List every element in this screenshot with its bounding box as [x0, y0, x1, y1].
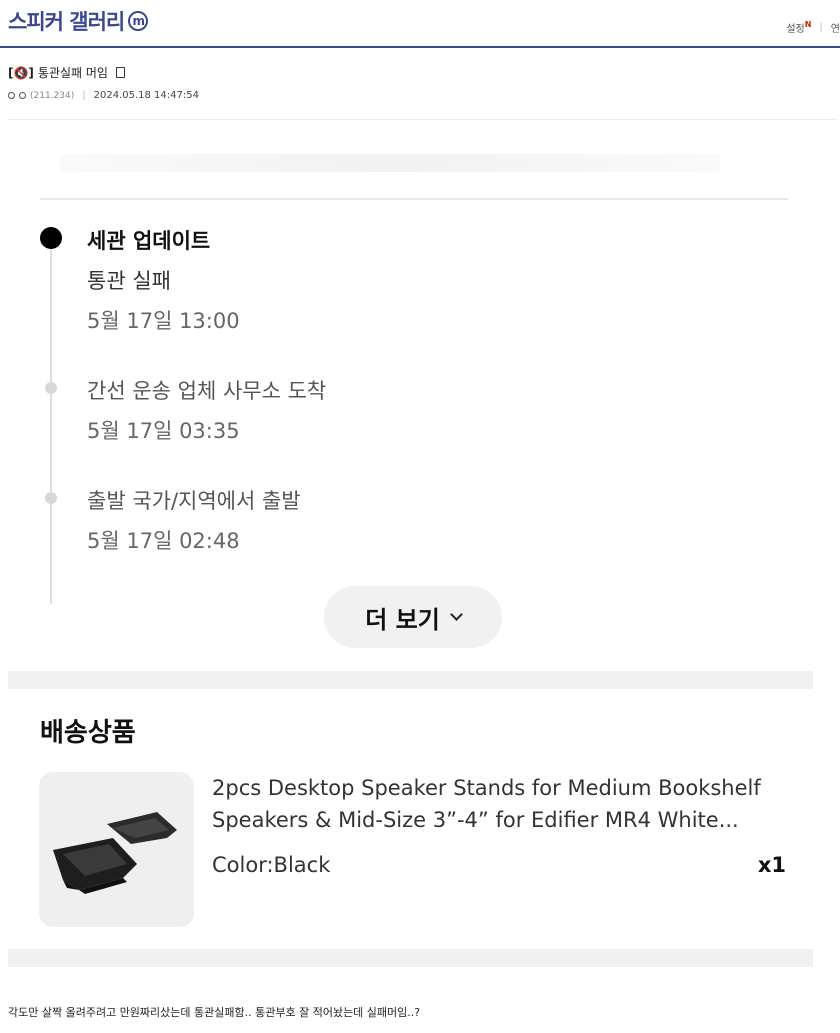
header-links: 설정N | 연 [786, 20, 840, 35]
event-title: 간선 운송 업체 사무소 도착 [87, 379, 327, 403]
event-detail: 통관 실패 [87, 269, 171, 293]
gallery-title[interactable]: 스피커 갤러리 m [8, 6, 149, 36]
gallery-header: 스피커 갤러리 m 설정N | 연 [0, 0, 840, 48]
separator: | [82, 90, 86, 101]
header-link-cut[interactable]: 연 [831, 20, 840, 35]
gallery-title-text[interactable]: 스피커 갤러리 [8, 6, 125, 36]
timeline-line [50, 242, 52, 604]
event-title: 출발 국가/지역에서 출발 [87, 489, 301, 513]
post-title: [🔇] 통관실패 머임 [8, 64, 125, 81]
speaker-stand-icon [53, 812, 177, 894]
timeline-dot [45, 492, 57, 504]
author-icon [8, 92, 15, 99]
event-title: 세관 업데이트 [87, 229, 211, 253]
timeline-dot [45, 382, 57, 394]
post-body: 각도만 살짝 올려주려고 만원짜리샀는데 통관실패함.. 통관부호 잘 적어놨는… [8, 1006, 421, 1019]
section-separator [8, 671, 813, 689]
post-category: [🔇] [8, 65, 34, 80]
mobile-icon [115, 67, 125, 78]
event-date: 5월 17일 02:48 [87, 529, 240, 553]
author-ip: (211.234) [30, 90, 75, 101]
separator: | [819, 22, 823, 33]
embedded-screenshot: 세관 업데이트 통관 실패 5월 17일 13:00 간선 운송 업체 사무소 … [0, 120, 840, 990]
post-title-text: 통관실패 머임 [37, 66, 108, 80]
author-icon-2 [19, 92, 26, 99]
product-option: Color:Black [212, 853, 331, 877]
post-meta: (211.234) | 2024.05.18 14:47:54 [8, 90, 199, 101]
product-quantity: x1 [757, 853, 786, 877]
chevron-down-icon [449, 608, 463, 621]
product-name[interactable]: 2pcs Desktop Speaker Stands for Medium B… [212, 772, 802, 836]
see-more-button[interactable]: 더 보기 [324, 586, 502, 648]
see-more-label: 더 보기 [365, 605, 440, 634]
timeline-dot-current [40, 227, 62, 249]
post-datetime: 2024.05.18 14:47:54 [93, 90, 199, 101]
event-date: 5월 17일 03:35 [87, 419, 240, 443]
event-date: 5월 17일 13:00 [87, 309, 240, 333]
section-title: 배송상품 [40, 718, 136, 748]
product-image[interactable] [39, 772, 194, 927]
section-separator [8, 949, 813, 967]
settings-link[interactable]: 설정N [786, 20, 811, 35]
divider [40, 198, 788, 200]
new-mark: N [804, 20, 812, 29]
faded-top-content [60, 154, 720, 172]
minor-gallery-icon: m [128, 11, 149, 31]
